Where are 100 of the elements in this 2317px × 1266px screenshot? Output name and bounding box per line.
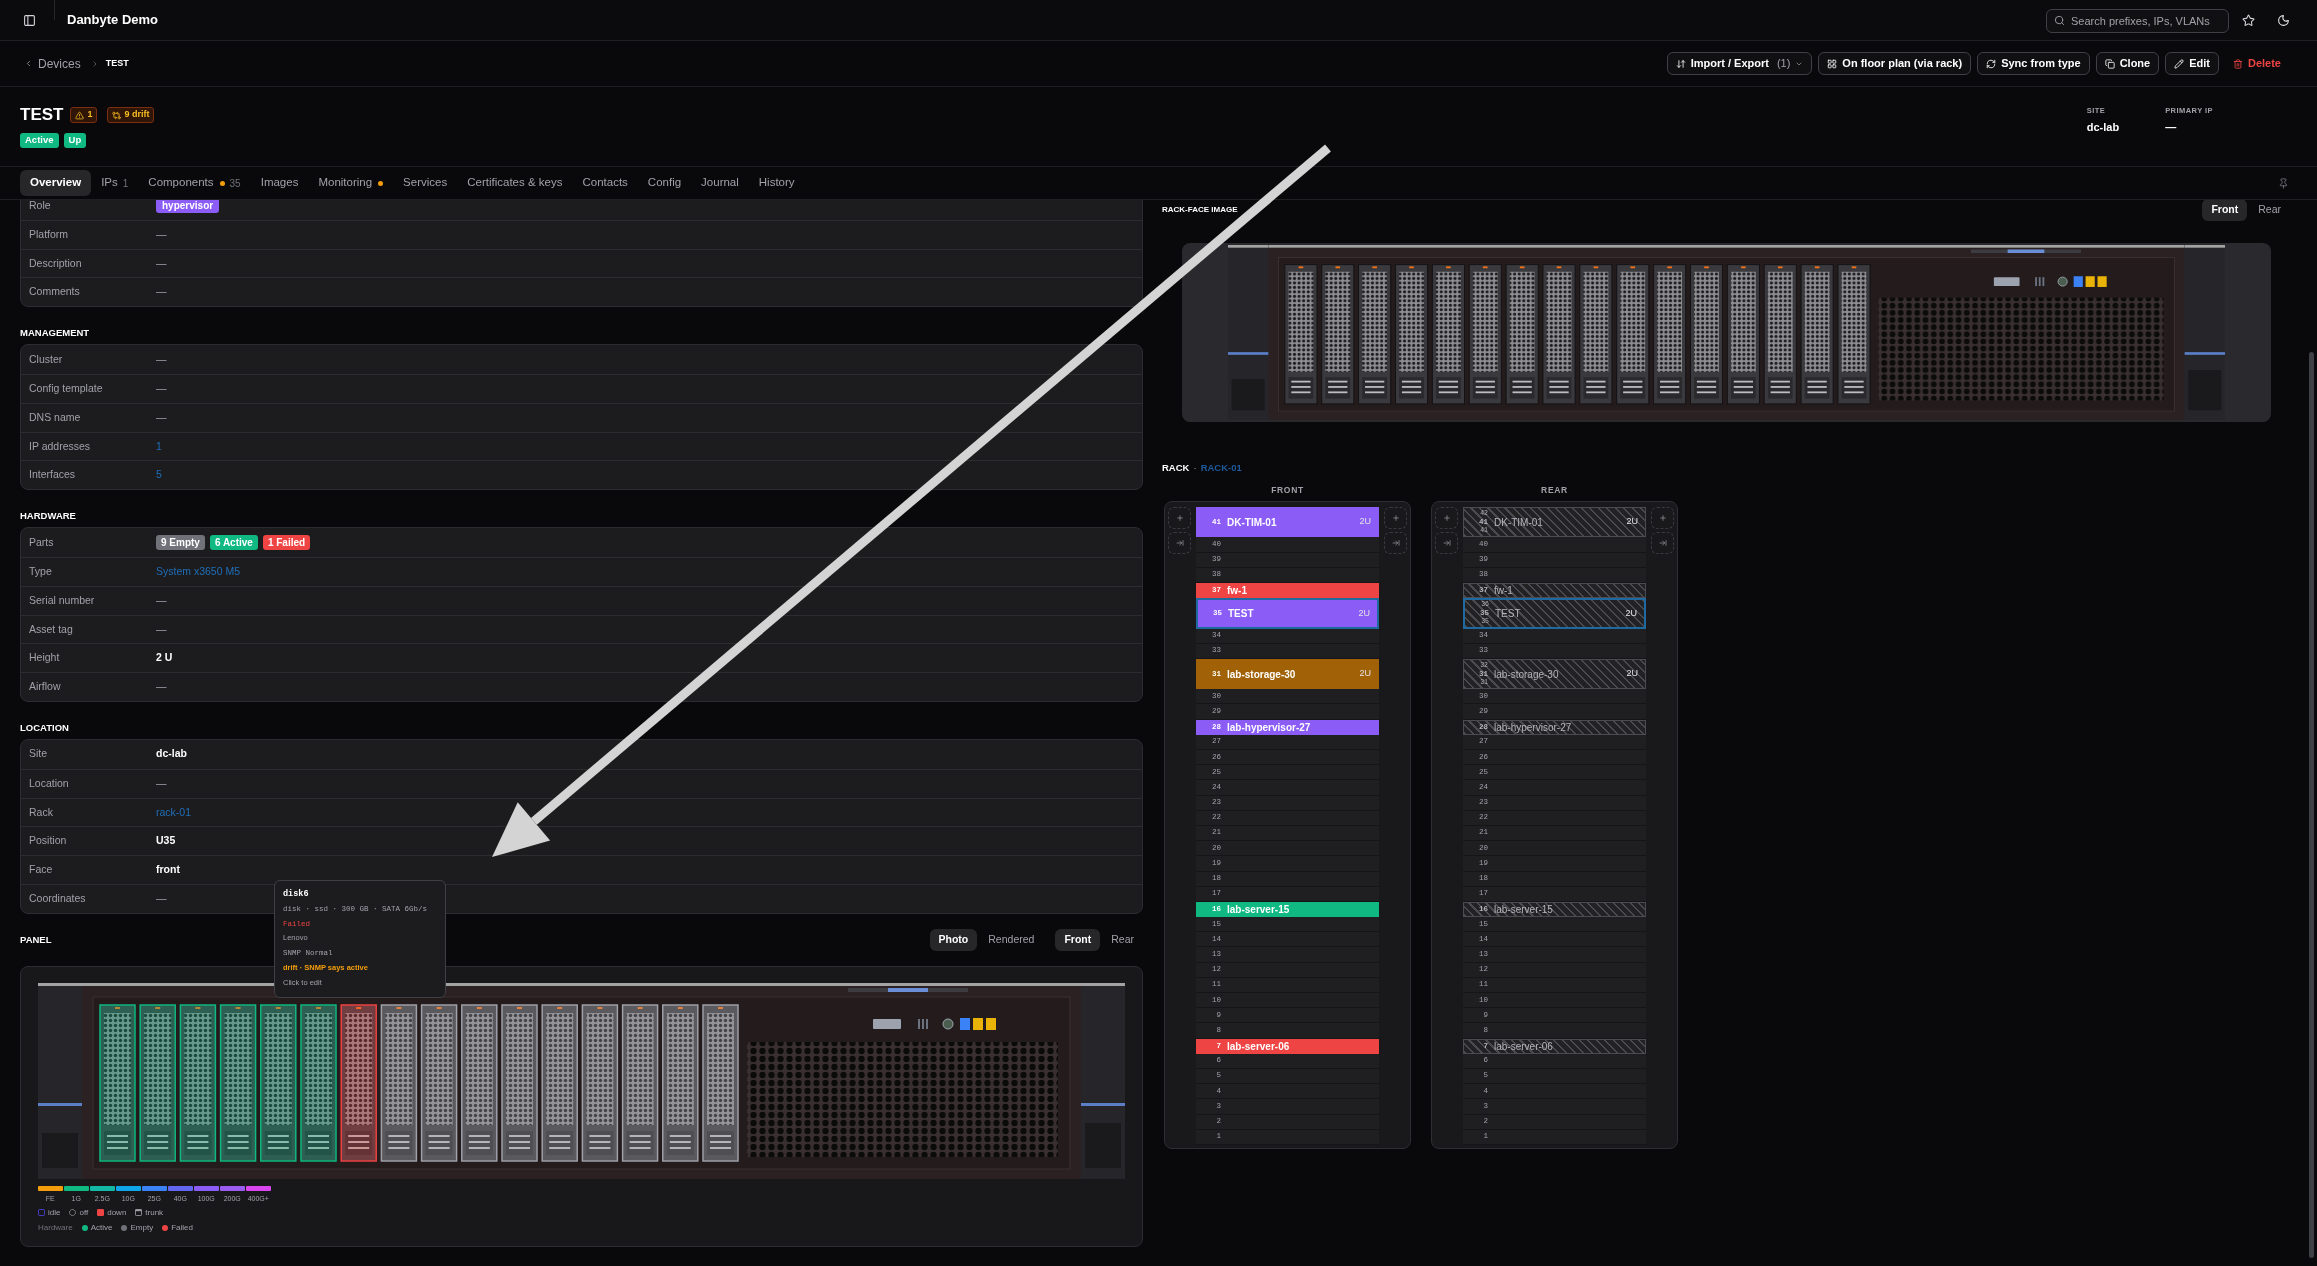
drive-bay[interactable]	[260, 1004, 297, 1162]
field-label: Face	[28, 862, 54, 878]
legend-title: Hardware	[38, 1221, 73, 1234]
tab[interactable]: Monitoring	[308, 170, 394, 196]
drive-bay[interactable]	[461, 1004, 498, 1162]
tab[interactable]: Contacts	[572, 170, 638, 196]
field-value: —	[156, 679, 167, 695]
tab[interactable]: Components 35	[138, 170, 251, 196]
field-label: Serial number	[28, 592, 96, 608]
legend-label: idle	[48, 1206, 61, 1219]
toggle-option[interactable]: Rear	[2249, 200, 2290, 221]
scrollbar-thumb[interactable]	[2309, 352, 2314, 1258]
app-title: Danbyte Demo	[67, 11, 159, 30]
parts-count-tag: 6 Active	[209, 535, 258, 551]
field-label: Platform	[28, 226, 70, 242]
toggle-option[interactable]: Rear	[1102, 928, 1143, 951]
field-label: Role	[28, 200, 52, 213]
field-label: Height	[28, 650, 61, 666]
plus-icon	[1175, 514, 1184, 522]
drive-bay[interactable]	[662, 1004, 699, 1162]
compare-arrows-icon	[112, 110, 122, 120]
tab[interactable]: Overview	[20, 170, 92, 196]
drive-bay[interactable]	[420, 1004, 458, 1162]
legend-label: Active	[90, 1221, 113, 1234]
drive-bay[interactable]	[99, 1004, 136, 1162]
tab[interactable]: History	[748, 170, 805, 196]
import-export-button[interactable]: Import / Export (1)	[1666, 52, 1813, 75]
field-label: Config template	[28, 381, 104, 396]
tab[interactable]: Certificates & keys	[457, 170, 573, 196]
tab[interactable]: Config	[637, 170, 692, 196]
field-label: Parts	[28, 534, 55, 550]
field-label: DNS name	[28, 409, 82, 425]
sort-arrows-icon	[1675, 58, 1686, 69]
toggle-option[interactable]: Photo	[929, 928, 978, 951]
title-separator: ·	[1193, 462, 1197, 474]
plus-icon	[1442, 514, 1451, 522]
drive-bay[interactable]	[501, 1004, 538, 1162]
drive-bay[interactable]	[581, 1004, 619, 1162]
refresh-icon	[1986, 58, 1997, 69]
floor-plan-button[interactable]: On floor plan (via rack)	[1818, 52, 1972, 75]
field-label: Airflow	[28, 679, 62, 695]
tab[interactable]: Images	[250, 170, 309, 196]
toggle-option[interactable]: Front	[2202, 200, 2248, 221]
tab[interactable]: Services	[393, 170, 458, 196]
drive-bay[interactable]	[621, 1004, 659, 1162]
field-label: Site	[28, 746, 49, 762]
tab[interactable]: IPs 1	[91, 170, 139, 196]
parts-count-tag: 9 Empty	[156, 535, 205, 551]
trash-icon	[2232, 58, 2243, 69]
back-link[interactable]: Devices	[24, 54, 81, 73]
device-title: TEST	[20, 104, 64, 126]
warnings-count: 1	[87, 108, 93, 122]
clone-button[interactable]: Clone	[2095, 52, 2160, 75]
tab[interactable]: Journal	[691, 170, 749, 196]
search-icon	[2054, 14, 2065, 26]
edit-button[interactable]: Edit	[2165, 52, 2219, 75]
theme-toggle-button[interactable]	[2275, 12, 2291, 28]
field-value: —	[156, 409, 167, 425]
field-label: Location	[28, 775, 70, 791]
legend-label: trunk	[145, 1206, 164, 1219]
field-value: —	[156, 226, 167, 242]
field-value: —	[156, 775, 167, 791]
field-value: dc-lab	[156, 746, 187, 762]
field-label: Type	[28, 564, 53, 579]
drive-bay[interactable]	[179, 1004, 217, 1162]
parts-count-tag: 1 Failed	[262, 535, 311, 551]
field-value: —	[156, 255, 167, 271]
drive-bay[interactable]	[380, 1004, 418, 1162]
field-value: —	[156, 351, 167, 367]
rack-face-title: FRONT	[1271, 485, 1304, 495]
field-value: —	[156, 621, 167, 637]
status-tag: Up	[63, 133, 87, 148]
drive-bay[interactable]	[219, 1004, 257, 1162]
arrow-to-line-icon	[1175, 539, 1184, 547]
fact-value: —	[2165, 120, 2178, 136]
chevron-left-icon	[24, 59, 33, 68]
grid-icon	[1827, 58, 1838, 69]
drive-bay[interactable]	[300, 1004, 337, 1162]
toggle-option[interactable]: Front	[1055, 928, 1101, 951]
drive-bay[interactable]	[541, 1004, 578, 1162]
section-title: PANEL	[20, 932, 52, 947]
field-value: —	[156, 284, 167, 300]
tooltip-title: disk6	[283, 888, 310, 901]
star-icon	[2241, 13, 2255, 27]
drive-bay[interactable]	[139, 1004, 176, 1162]
sidebar-icon	[22, 13, 36, 27]
toggle-option[interactable]: Rendered	[979, 928, 1044, 951]
delete-button[interactable]: Delete	[2224, 52, 2289, 75]
search-field[interactable]: Search prefixes, IPs, VLANs	[2046, 9, 2229, 33]
boxed-square-icon	[135, 1209, 143, 1217]
drive-bay[interactable]	[702, 1004, 739, 1162]
favorite-button[interactable]	[2240, 12, 2256, 28]
section-title: MANAGEMENT	[20, 326, 91, 341]
pin-icon[interactable]	[2278, 177, 2289, 189]
drive-bay[interactable]	[340, 1004, 377, 1162]
outline-square-icon	[38, 1209, 45, 1217]
breadcrumb-current: TEST	[105, 56, 129, 70]
field-label: Interfaces	[28, 467, 77, 483]
sync-button[interactable]: Sync from type	[1977, 52, 2090, 75]
status-tag: Active	[20, 133, 59, 148]
